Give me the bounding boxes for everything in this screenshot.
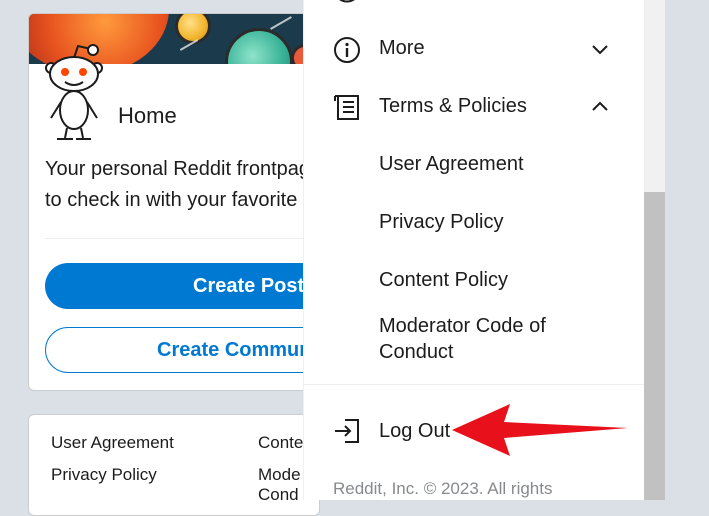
partial-top-icon [339, 0, 355, 3]
submenu-privacy-policy[interactable]: Privacy Policy [379, 211, 503, 234]
menu-item-log-out-label: Log Out [379, 420, 451, 442]
policy-doc-icon [334, 95, 359, 120]
menu-item-more-label: More [379, 37, 425, 59]
footer-link-user-agreement[interactable]: User Agreement [51, 433, 174, 453]
footer-link-privacy-policy[interactable]: Privacy Policy [51, 465, 157, 485]
menu-item-terms-label: Terms & Policies [379, 95, 527, 117]
footer-link-moderator-code-cont[interactable]: Cond [258, 485, 299, 505]
menu-item-terms-policies[interactable]: Terms & Policies [304, 88, 645, 126]
chevron-down-icon [592, 45, 608, 55]
footer-link-content-policy[interactable]: Conte [258, 433, 303, 453]
banner-planet-yellow [175, 14, 211, 44]
scrollbar-thumb[interactable] [644, 192, 665, 500]
chevron-up-icon [592, 101, 608, 111]
copyright-text: Reddit, Inc. © 2023. All rights [333, 479, 553, 498]
banner-planet-green [225, 28, 293, 64]
submenu-content-policy[interactable]: Content Policy [379, 269, 508, 292]
home-title: Home [118, 103, 177, 128]
create-post-button[interactable]: Create Post [45, 263, 319, 309]
info-icon [334, 37, 360, 63]
submenu-user-agreement[interactable]: User Agreement [379, 153, 524, 176]
footer-link-moderator-code[interactable]: Mode [258, 465, 301, 485]
footer-links-card: User Agreement Privacy Policy Conte Mode… [28, 414, 320, 516]
banner-streak [270, 16, 292, 30]
red-arrow-annotation [452, 404, 628, 456]
page-background-right [665, 0, 709, 500]
snoo-mascot-icon [45, 44, 103, 140]
card-divider [45, 238, 315, 239]
logout-icon [335, 419, 359, 443]
home-description: Your personal Reddit frontpage. Come her… [45, 158, 320, 211]
menu-item-more[interactable]: More [304, 30, 645, 68]
menu-divider [304, 384, 645, 385]
create-community-button[interactable]: Create Community [45, 327, 319, 373]
submenu-moderator-code[interactable]: Moderator Code of Conduct [379, 313, 546, 365]
home-card: Home Your personal Reddit frontpage. Com… [28, 13, 320, 391]
